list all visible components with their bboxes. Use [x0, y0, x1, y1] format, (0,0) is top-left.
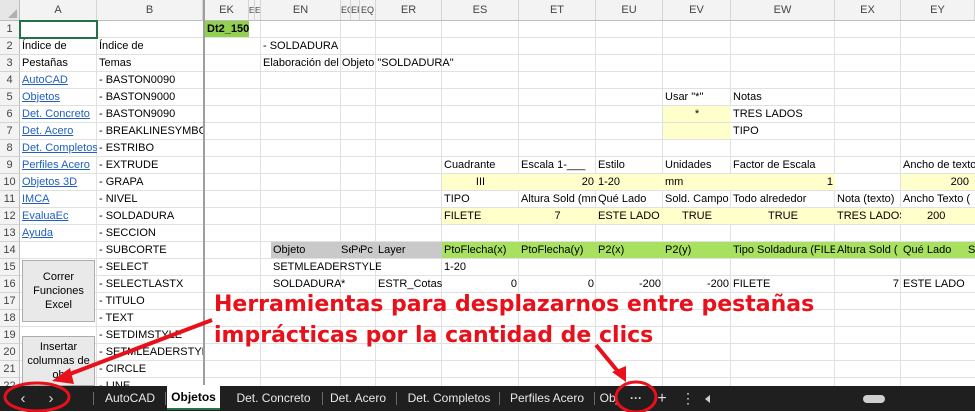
spreadsheet-grid[interactable]: A B EK EL EM EN EO EP EQ ER ES ET EU EV …	[0, 0, 975, 386]
annotation-arrow	[52, 318, 626, 384]
sheet-tab-bar: ‹ › AutoCAD Objetos Det. Concreto Det. A…	[0, 380, 975, 412]
annotation-circles	[3, 380, 658, 412]
